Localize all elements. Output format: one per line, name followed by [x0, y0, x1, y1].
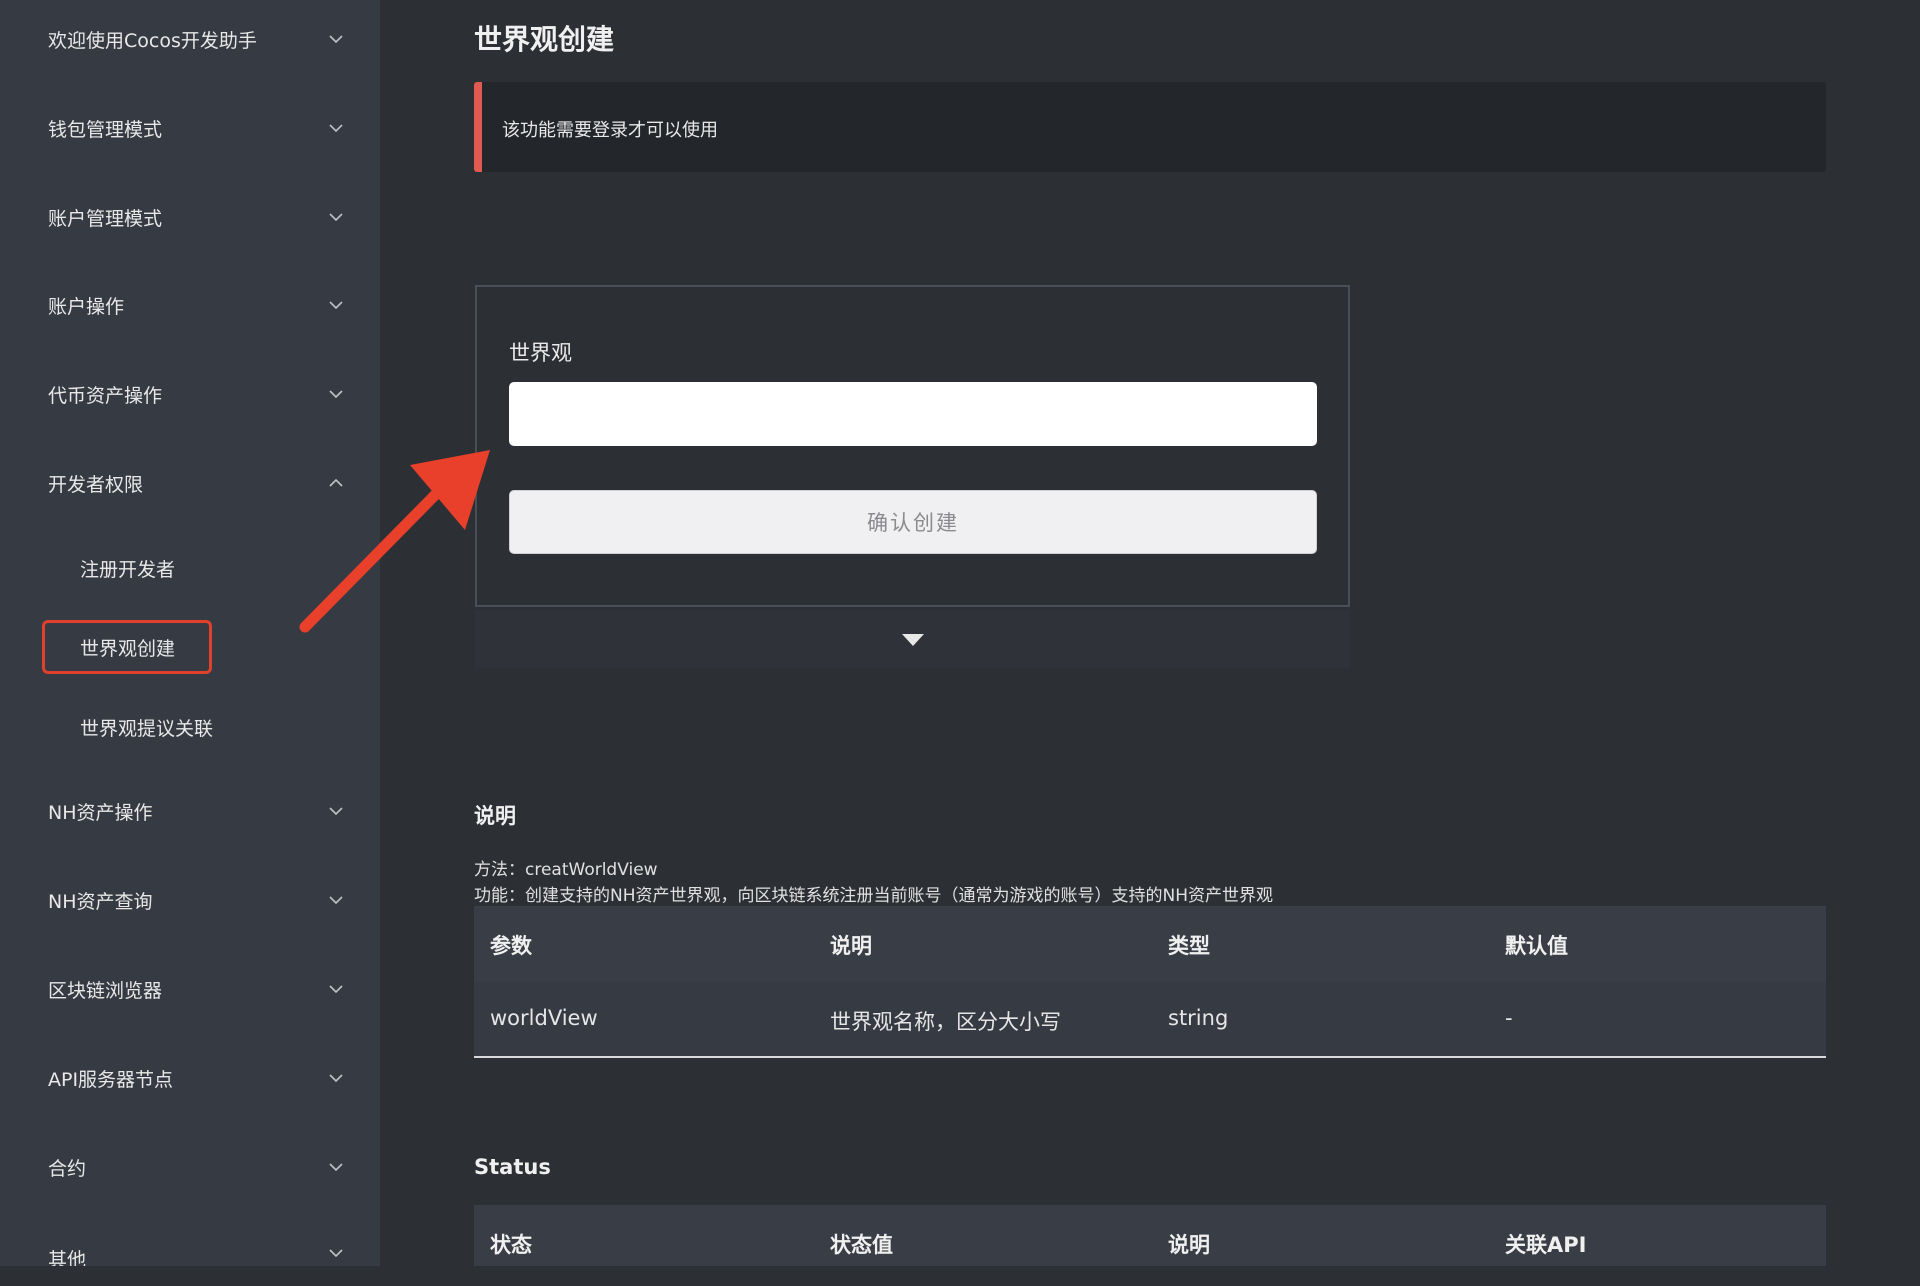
- function-line: 功能：创建支持的NH资产世界观，向区块链系统注册当前账号（通常为游戏的账号）支持…: [474, 886, 1273, 906]
- sidebar-item-nh-ops[interactable]: NH资产操作: [0, 781, 380, 841]
- sidebar-item-label: 区块链浏览器: [48, 979, 163, 1002]
- table-cell: string: [1168, 1006, 1229, 1030]
- column-header: 状态值: [830, 1233, 893, 1257]
- sidebar-item-label: 钱包管理模式: [48, 118, 163, 141]
- sidebar-item-token-ops[interactable]: 代币资产操作: [0, 364, 380, 424]
- sidebar-item-label: 其他: [48, 1249, 87, 1266]
- column-header: 状态: [490, 1233, 532, 1257]
- column-header: 参数: [490, 934, 532, 958]
- sidebar-item-label: API服务器节点: [48, 1068, 174, 1091]
- sidebar-item-label: 合约: [48, 1157, 87, 1180]
- table-cell: -: [1505, 1006, 1513, 1030]
- table-header: 状态 状态值 说明 关联API: [474, 1205, 1826, 1266]
- login-notice: 该功能需要登录才可以使用: [474, 82, 1826, 172]
- chevron-down-icon: [328, 981, 344, 997]
- chevron-down-icon: [328, 1070, 344, 1086]
- table-header: 参数 说明 类型 默认值: [474, 906, 1826, 983]
- column-header: 默认值: [1505, 934, 1568, 958]
- sidebar-item-label: NH资产查询: [48, 890, 153, 913]
- chevron-down-icon: [328, 120, 344, 136]
- chevron-down-icon: [328, 31, 344, 47]
- status-title: Status: [474, 1155, 551, 1179]
- sidebar-item-api-nodes[interactable]: API服务器节点: [0, 1048, 380, 1108]
- sidebar-item-other[interactable]: 其他: [0, 1225, 380, 1266]
- sidebar-item-welcome[interactable]: 欢迎使用Cocos开发助手: [0, 9, 380, 69]
- sidebar-item-contract[interactable]: 合约: [0, 1137, 380, 1197]
- column-header: 类型: [1168, 934, 1210, 958]
- sidebar-subitem-label: 世界观创建: [80, 637, 176, 660]
- sidebar-subitem-worldview-proposal[interactable]: 世界观提议关联: [0, 702, 380, 752]
- sidebar-item-label: 账户操作: [48, 295, 125, 318]
- worldview-field-label: 世界观: [509, 341, 572, 365]
- method-line: 方法：creatWorldView: [474, 860, 658, 880]
- expand-toggle[interactable]: [475, 610, 1350, 668]
- sidebar-item-explorer[interactable]: 区块链浏览器: [0, 959, 380, 1019]
- sidebar-subitem-label: 注册开发者: [80, 558, 176, 581]
- chevron-down-icon: [328, 386, 344, 402]
- confirm-create-button[interactable]: 确认创建: [509, 490, 1317, 554]
- annotation-arrow-icon: [299, 450, 490, 633]
- sidebar-item-label: 账户管理模式: [48, 207, 163, 230]
- description-title: 说明: [474, 804, 516, 828]
- notice-text: 该功能需要登录才可以使用: [502, 120, 718, 141]
- chevron-down-icon: [328, 892, 344, 908]
- sidebar-subitem-label: 世界观提议关联: [80, 717, 214, 740]
- sidebar-item-account-ops[interactable]: 账户操作: [0, 275, 380, 335]
- column-header: 说明: [830, 934, 872, 958]
- page-title: 世界观创建: [474, 23, 615, 56]
- column-header: 关联API: [1505, 1233, 1587, 1257]
- chevron-down-icon: [328, 1245, 344, 1261]
- bottom-strip: [0, 1266, 1920, 1286]
- chevron-down-icon: [328, 803, 344, 819]
- worldview-input[interactable]: [509, 382, 1317, 446]
- column-header: 说明: [1168, 1233, 1210, 1257]
- table-cell: 世界观名称，区分大小写: [830, 1010, 1061, 1034]
- chevron-down-icon: [328, 209, 344, 225]
- sidebar-item-label: 开发者权限: [48, 473, 144, 496]
- worldview-form: 世界观 确认创建: [475, 285, 1350, 607]
- table-row: worldView 世界观名称，区分大小写 string -: [474, 982, 1826, 1058]
- table-cell: worldView: [490, 1006, 598, 1030]
- sidebar-item-nh-query[interactable]: NH资产查询: [0, 870, 380, 930]
- caret-down-icon: [901, 634, 924, 646]
- sidebar-item-label: NH资产操作: [48, 801, 153, 824]
- chevron-down-icon: [328, 297, 344, 313]
- sidebar-item-wallet-mode[interactable]: 钱包管理模式: [0, 98, 380, 158]
- sidebar-item-account-mode[interactable]: 账户管理模式: [0, 187, 380, 247]
- sidebar-item-label: 欢迎使用Cocos开发助手: [48, 29, 257, 52]
- sidebar-item-label: 代币资产操作: [48, 384, 163, 407]
- chevron-down-icon: [328, 1159, 344, 1175]
